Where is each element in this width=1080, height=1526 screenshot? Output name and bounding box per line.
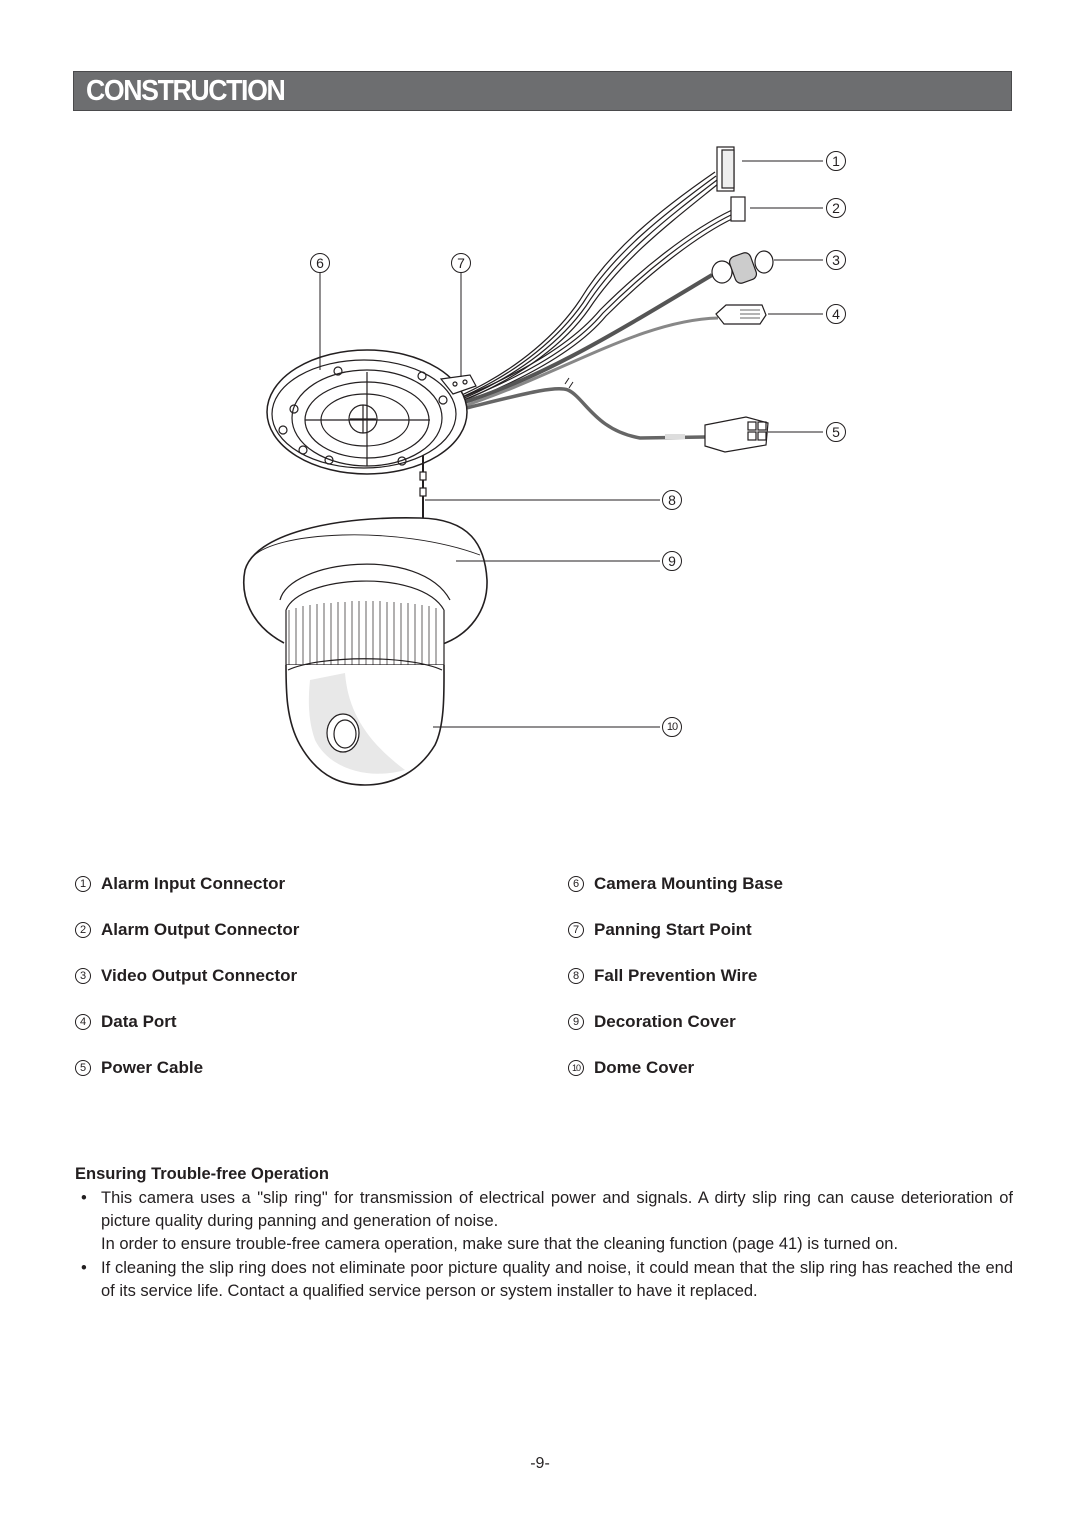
callout-5: 5 <box>826 422 846 442</box>
callout-7: 7 <box>451 253 471 273</box>
trouble-free-bullets: • This camera uses a "slip ring" for tra… <box>75 1187 1013 1303</box>
part-label: Alarm Input Connector <box>101 874 286 893</box>
part-item: 10 Dome Cover <box>568 1056 694 1080</box>
bullet-item: • If cleaning the slip ring does not eli… <box>75 1257 1013 1303</box>
trouble-free-heading: Ensuring Trouble-free Operation <box>75 1165 329 1183</box>
part-label: Fall Prevention Wire <box>594 966 758 985</box>
callout-1: 1 <box>826 151 846 171</box>
part-item: 7 Panning Start Point <box>568 918 752 942</box>
video-output-connector <box>711 250 774 284</box>
part-label: Data Port <box>101 1012 177 1031</box>
part-item: 2 Alarm Output Connector <box>75 918 299 942</box>
fall-prevention-wire <box>419 455 427 525</box>
page-number: -9- <box>530 1455 550 1472</box>
part-number: 8 <box>568 968 584 984</box>
part-label: Dome Cover <box>594 1058 695 1077</box>
part-number: 1 <box>75 876 91 892</box>
alarm-input-connector <box>716 146 735 192</box>
callout-8: 8 <box>662 490 682 510</box>
part-item: 4 Data Port <box>75 1010 177 1034</box>
camera-mounting-base <box>266 349 468 475</box>
part-label: Decoration Cover <box>594 1012 736 1031</box>
callout-4: 4 <box>826 304 846 324</box>
callout-9: 9 <box>662 551 682 571</box>
part-item: 1 Alarm Input Connector <box>75 872 285 896</box>
part-number: 4 <box>75 1014 91 1030</box>
part-item: 9 Decoration Cover <box>568 1010 736 1034</box>
part-label: Power Cable <box>101 1058 204 1077</box>
part-number: 6 <box>568 876 584 892</box>
callout-3: 3 <box>826 250 846 270</box>
part-number: 2 <box>75 922 91 938</box>
part-item: 3 Video Output Connector <box>75 964 297 988</box>
bullet-paragraph: This camera uses a "slip ring" for trans… <box>101 1189 1013 1231</box>
callout-10: 10 <box>662 717 682 737</box>
part-number: 9 <box>568 1014 584 1030</box>
rotating-ring <box>285 601 445 666</box>
bullet-marker: • <box>81 1258 87 1277</box>
power-cable-connector <box>665 416 769 453</box>
data-port-connector <box>715 304 767 325</box>
part-label: Video Output Connector <box>101 966 298 985</box>
cable-bundle <box>454 171 735 440</box>
part-label: Panning Start Point <box>594 920 752 939</box>
part-item: 8 Fall Prevention Wire <box>568 964 757 988</box>
callout-2: 2 <box>826 198 846 218</box>
camera-illustration <box>243 146 823 786</box>
part-item: 5 Power Cable <box>75 1056 203 1080</box>
construction-diagram: 1 2 3 4 5 6 7 8 9 10 <box>0 0 1080 860</box>
part-label: Alarm Output Connector <box>101 920 300 939</box>
part-label: Camera Mounting Base <box>594 874 783 893</box>
part-number: 7 <box>568 922 584 938</box>
bullet-paragraph: If cleaning the slip ring does not elimi… <box>101 1258 1013 1300</box>
part-item: 6 Camera Mounting Base <box>568 872 783 896</box>
dome-cover <box>285 658 445 786</box>
bullet-marker: • <box>81 1189 87 1207</box>
part-number: 3 <box>75 968 91 984</box>
callout-6: 6 <box>310 253 330 273</box>
bullet-paragraph: In order to ensure trouble-free camera o… <box>101 1235 899 1254</box>
part-number: 5 <box>75 1060 91 1076</box>
part-number: 10 <box>568 1060 584 1076</box>
alarm-output-connector <box>730 196 746 222</box>
bullet-item: • This camera uses a "slip ring" for tra… <box>75 1187 1013 1257</box>
